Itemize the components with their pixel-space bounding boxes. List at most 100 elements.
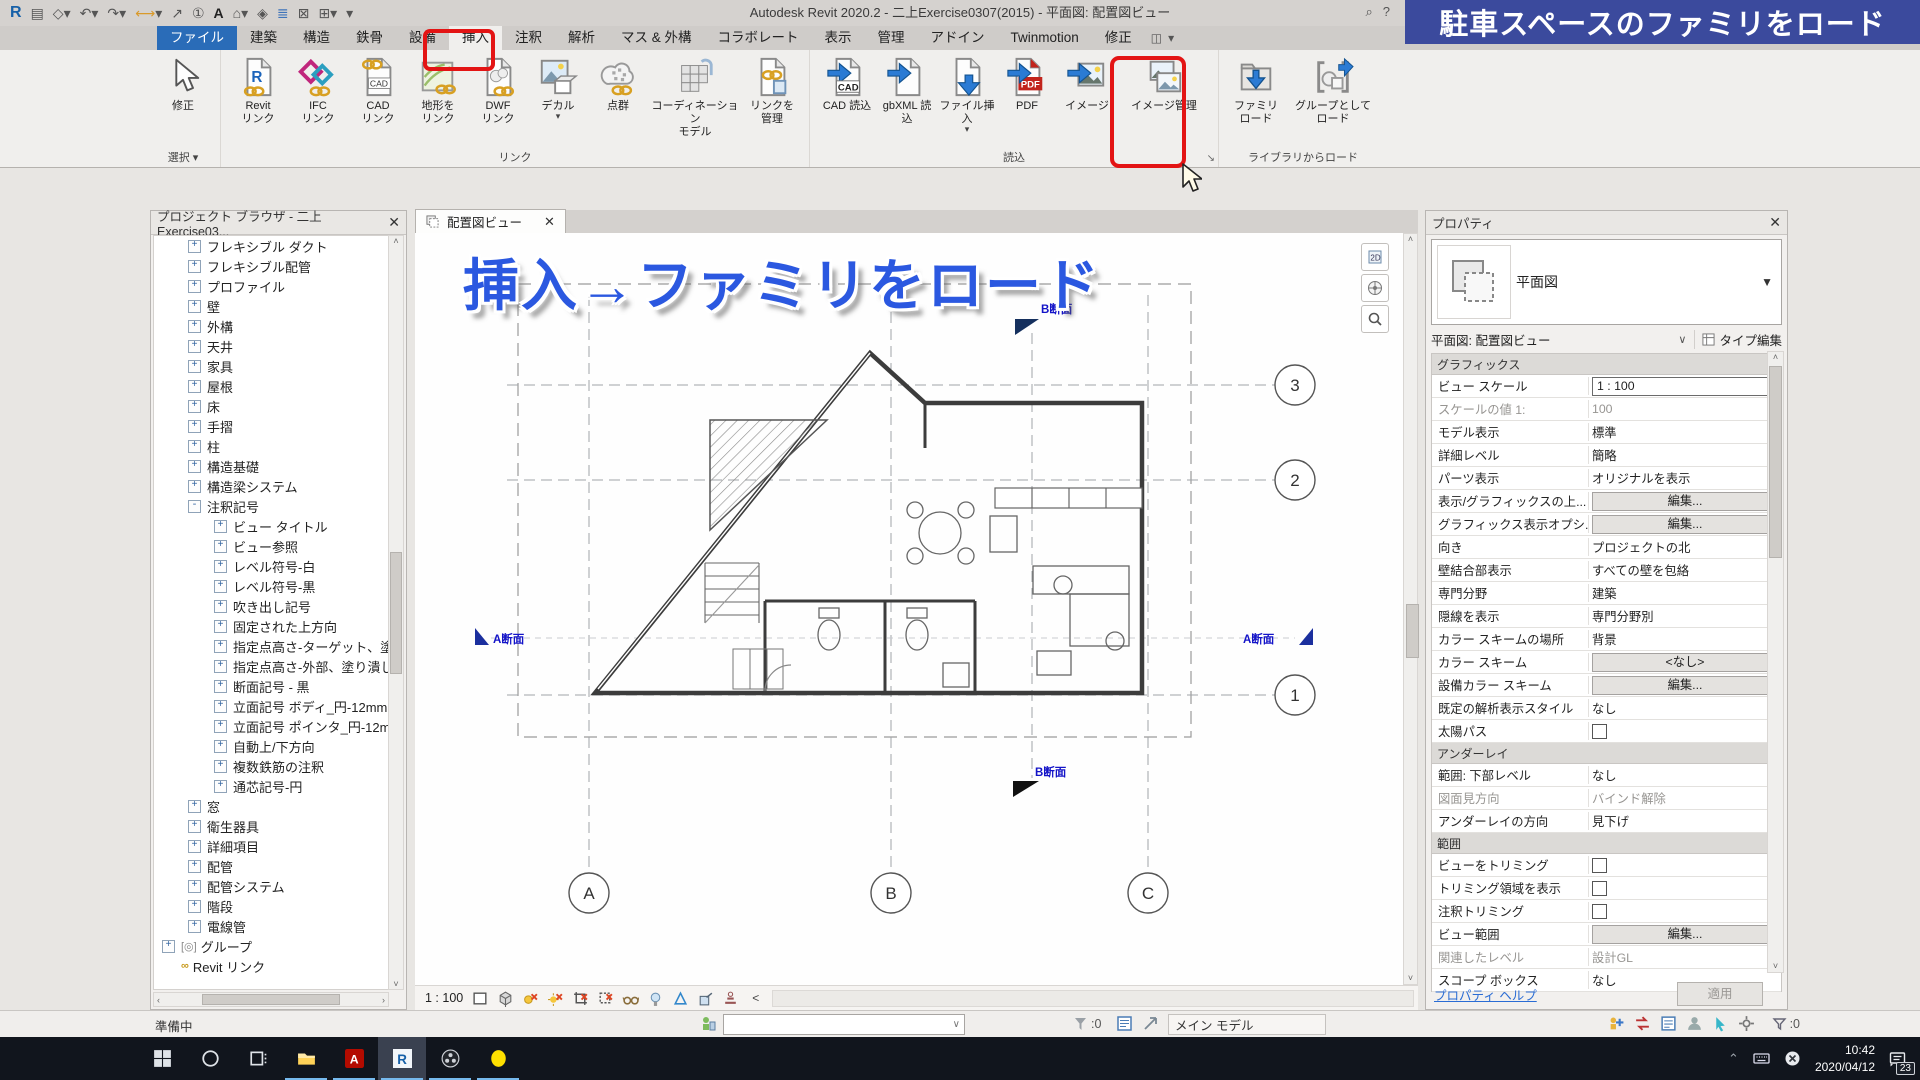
property-row[interactable]: スケールの値 1:100 [1432, 398, 1781, 421]
tree-expander-icon[interactable]: + [188, 460, 201, 473]
recording-dot-icon[interactable] [474, 1037, 522, 1080]
tab-ファイル[interactable]: ファイル [157, 26, 237, 50]
drawing-canvas[interactable]: 挿入→ファミリをロード [415, 233, 1403, 985]
property-row[interactable]: 向きプロジェクトの北 [1432, 536, 1781, 559]
select-toggle-icon[interactable] [1712, 1015, 1729, 1032]
section-marker[interactable]: A断面 [475, 628, 525, 646]
acrobat-icon[interactable]: A [330, 1037, 378, 1080]
chevron-down-icon[interactable]: ▼ [1761, 275, 1781, 289]
tree-item[interactable]: +電線管 [154, 916, 388, 936]
button-イメージ[interactable]: イメージ [1058, 53, 1116, 113]
tree-item[interactable]: +構造基礎 [154, 456, 388, 476]
tab-管理[interactable]: 管理 [865, 26, 918, 50]
property-value[interactable]: 簡略 [1592, 446, 1617, 464]
tree-item[interactable]: +ビュー参照 [154, 536, 388, 556]
tree-item[interactable]: +断面記号 - 黒 [154, 676, 388, 696]
tree-expander-icon[interactable]: + [188, 900, 201, 913]
tree-item[interactable]: +家具 [154, 356, 388, 376]
tree-item[interactable]: +屋根 [154, 376, 388, 396]
tab-鉄骨[interactable]: 鉄骨 [343, 26, 396, 50]
tree-item[interactable]: +指定点高さ-外部、塗り潰し [154, 656, 388, 676]
button-IFCリンク[interactable]: IFC リンク [289, 53, 347, 126]
property-row[interactable]: 関連したレベル設計GL [1432, 946, 1781, 969]
property-value[interactable]: プロジェクトの北 [1592, 538, 1690, 556]
button-ファイル挿入[interactable]: ファイル挿入▾ [938, 53, 996, 132]
editable-only-icon[interactable] [1660, 1015, 1677, 1032]
tree-expander-icon[interactable]: + [214, 740, 227, 753]
button-ファミリロード[interactable]: ファミリ ロード [1227, 53, 1285, 126]
close-view-icon[interactable]: ✕ [544, 214, 555, 230]
redo-icon[interactable]: ↷▾ [107, 6, 126, 20]
property-row[interactable]: ビューをトリミング [1432, 854, 1781, 877]
tree-item[interactable]: +指定点高さ-ターゲット、塗り [154, 636, 388, 656]
grid-bubble-1[interactable]: 1 [1275, 675, 1315, 715]
vcb-collapse-icon[interactable]: < [752, 991, 759, 1005]
section-marker[interactable]: A断面 [1243, 628, 1313, 646]
tree-expander-icon[interactable]: + [162, 940, 175, 953]
switch-windows-icon[interactable]: ⊞▾ [318, 6, 337, 20]
main-model-combobox[interactable]: メイン モデル [1168, 1014, 1326, 1035]
tree-item[interactable]: +配管 [154, 856, 388, 876]
button-CAD 読込[interactable]: CADCAD 読込 [818, 53, 876, 113]
analytical-model-icon[interactable] [672, 990, 689, 1007]
notification-center-icon[interactable]: 23 [1889, 1050, 1906, 1067]
property-edit-button[interactable]: 編集... [1592, 676, 1778, 695]
steering-wheel-button[interactable] [1361, 274, 1389, 302]
reveal-constraints-icon[interactable] [722, 990, 739, 1007]
property-row[interactable]: カラー スキーム<なし> [1432, 651, 1781, 674]
property-value[interactable]: 見下げ [1592, 812, 1629, 830]
modify-panel-icon[interactable]: ◫ [1151, 31, 1162, 45]
grid-bubble-A[interactable]: A [569, 873, 609, 913]
task-view-icon[interactable] [234, 1037, 282, 1080]
property-section-グラフィックス[interactable]: グラフィックス˄ [1432, 354, 1781, 375]
displacement-icon[interactable] [697, 990, 714, 1007]
selection-filter-icon[interactable] [1771, 1015, 1788, 1032]
tree-expander-icon[interactable]: + [188, 840, 201, 853]
property-row[interactable]: グラフィックス表示オプシ...編集... [1432, 513, 1781, 536]
property-row[interactable]: 詳細レベル簡略 [1432, 444, 1781, 467]
property-value[interactable]: なし [1592, 766, 1617, 784]
tree-expander-icon[interactable]: + [188, 320, 201, 333]
button-コーディネーションモデル[interactable]: コーディネーション モデル [649, 53, 741, 139]
tree-expander-icon[interactable]: + [188, 420, 201, 433]
tree-expander-icon[interactable]: + [214, 780, 227, 793]
tree-item[interactable]: +立面記号 ボディ_円-12mm [154, 696, 388, 716]
grid-bubble-3[interactable]: 3 [1275, 365, 1315, 405]
tree-item[interactable]: +配管システム [154, 876, 388, 896]
close-icon[interactable]: ✕ [388, 214, 400, 231]
transfer-icon[interactable] [1634, 1015, 1651, 1032]
tab-コラボレート[interactable]: コラボレート [705, 26, 812, 50]
tree-expander-icon[interactable]: + [214, 600, 227, 613]
help-icon[interactable]: ? [1383, 4, 1390, 20]
tree-expander-icon[interactable]: + [214, 580, 227, 593]
property-value-input[interactable]: 1 : 100 [1592, 377, 1778, 396]
button-デカル[interactable]: デカル▾ [529, 53, 587, 119]
tag-icon[interactable]: ① [192, 6, 205, 20]
canvas-vertical-scrollbar[interactable]: ˄˅ [1403, 233, 1418, 985]
tree-item[interactable]: +[◎]グループ [154, 936, 388, 956]
keyboard-icon[interactable] [1753, 1050, 1770, 1067]
tree-item[interactable]: -注釈記号 [154, 496, 388, 516]
property-value[interactable]: 背景 [1592, 630, 1617, 648]
property-row[interactable]: ビュー範囲編集... [1432, 923, 1781, 946]
property-edit-button[interactable]: 編集... [1592, 925, 1778, 944]
dialog-launcher-icon[interactable]: ↘ [1207, 151, 1215, 167]
canvas-horizontal-scrollbar[interactable] [772, 990, 1414, 1007]
property-row[interactable]: 表示/グラフィックスの上...編集... [1432, 490, 1781, 513]
tree-expander-icon[interactable]: + [188, 440, 201, 453]
tree-expander-icon[interactable]: + [188, 340, 201, 353]
search-circle-icon[interactable] [186, 1037, 234, 1080]
tree-expander-icon[interactable]: + [188, 480, 201, 493]
tree-expander-icon[interactable]: + [188, 880, 201, 893]
button-修正[interactable]: 修正 [154, 53, 212, 113]
tree-item[interactable]: +自動上/下方向 [154, 736, 388, 756]
sun-settings-off-icon[interactable] [547, 990, 564, 1007]
property-row[interactable]: ビュー スケール1 : 100 [1432, 375, 1781, 398]
tree-expander-icon[interactable]: + [214, 700, 227, 713]
grid-bubble-2[interactable]: 2 [1275, 460, 1315, 500]
property-checkbox[interactable] [1592, 724, 1607, 739]
tree-expander-icon[interactable]: + [188, 400, 201, 413]
scale-button[interactable]: 1 : 100 [425, 991, 463, 1005]
property-checkbox[interactable] [1592, 881, 1607, 896]
tree-item[interactable]: +フレキシブル配管 [154, 256, 388, 276]
